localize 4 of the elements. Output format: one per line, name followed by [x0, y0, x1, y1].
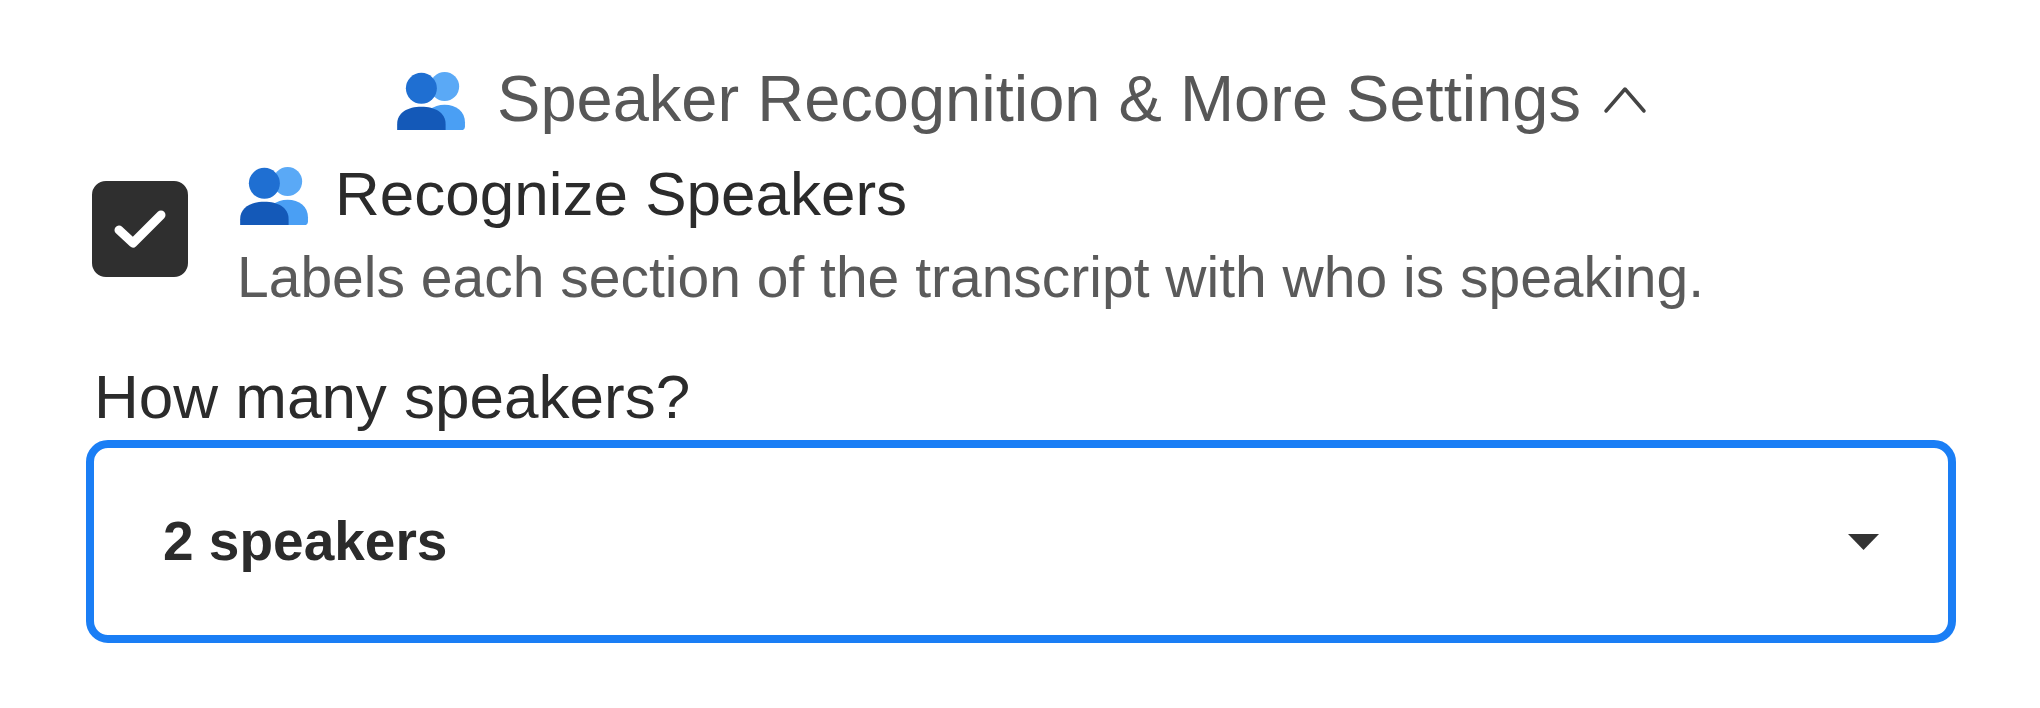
- checkbox[interactable]: [92, 181, 188, 277]
- speaker-count-select[interactable]: 2 speakers: [86, 440, 1956, 643]
- caret-icon: [1848, 533, 1879, 550]
- checkmark-icon: [114, 209, 166, 249]
